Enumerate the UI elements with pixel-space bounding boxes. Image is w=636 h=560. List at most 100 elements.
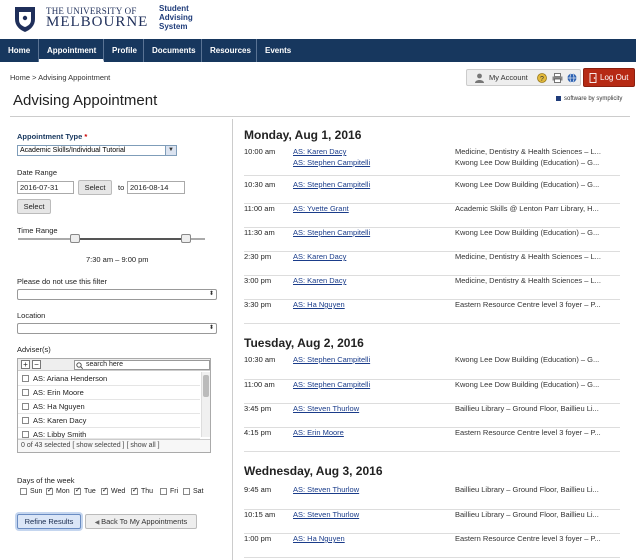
adviser-link[interactable]: AS: Yvette Grant [293,204,349,213]
appointment-row: 3:30 pm AS: Ha Nguyen Eastern Resource Cen… [244,300,620,324]
adviser-option[interactable]: AS: Erin Moore [18,386,200,400]
adviser-search-input[interactable]: search here [74,360,210,370]
appointment-location: Eastern Resource Centre level 3 foyer – … [455,428,601,437]
day-wed[interactable]: Wed [101,486,125,497]
appointment-type-select[interactable]: Academic Skills/Individual Tutorial ▼ [17,145,177,156]
checkbox[interactable] [183,488,190,495]
time-range-end-handle[interactable] [181,234,191,243]
scrollbar-thumb[interactable] [203,375,209,397]
print-icon[interactable] [552,73,563,83]
back-label: Back To My Appointments [101,517,188,526]
checkbox[interactable] [20,488,27,495]
expand-all-icon[interactable]: + [21,360,30,369]
adviser-option[interactable]: AS: Libby Smith [18,428,200,439]
system-name: Student Advising System [159,4,193,31]
nav-documents[interactable]: Documents [144,39,202,62]
adviser-link[interactable]: AS: Stephen Campitelli [293,355,370,364]
globe-icon[interactable] [567,73,577,83]
day-mon[interactable]: Mon [46,486,70,497]
nav-events[interactable]: Events [257,39,297,62]
checkbox[interactable] [22,431,29,438]
day-label: Thu [141,488,154,495]
appointment-location: Kwong Lee Dow Building (Education) – G..… [455,158,600,167]
appointment-time: 11:30 am [244,228,275,237]
nav-resources[interactable]: Resources [202,39,257,62]
breadcrumb[interactable]: Home > Advising Appointment [10,73,110,82]
collapse-all-icon[interactable]: − [32,360,41,369]
door-icon [589,73,597,83]
chevron-down-icon: ▼ [165,146,176,155]
my-account-link[interactable]: My Account [489,73,528,82]
checkbox-checked[interactable] [131,486,138,495]
appointment-location: Baillieu Library – Ground Floor, Baillie… [455,404,599,413]
appointment-row: 3:45 pm AS: Steven Thurlow Baillieu Librar… [244,404,620,428]
page-title: Advising Appointment [13,92,158,109]
date-from-select-button[interactable]: Select [78,180,112,195]
day-fri[interactable]: Fri [160,487,178,497]
appointment-row: 11:00 am AS: Stephen Campitelli Kwong Lee … [244,380,620,404]
time-range-start-handle[interactable] [70,234,80,243]
checkbox-checked[interactable] [101,486,108,495]
powered-by-text: software by symplicity [564,96,623,103]
adviser-link[interactable]: AS: Steven Thurlow [293,404,359,413]
back-to-appointments-button[interactable]: ◀ Back To My Appointments [85,514,197,529]
adviser-link[interactable]: AS: Ha Nguyen [293,300,345,309]
adviser-footer[interactable]: 0 of 43 selected [ show selected ] [ sho… [18,439,210,452]
adviser-option[interactable]: AS: Ha Nguyen [18,400,200,414]
checkbox[interactable] [22,417,29,424]
adviser-multiselect: + − search here AS: Ariana Henderson AS:… [17,358,211,453]
adviser-link[interactable]: AS: Ha Nguyen [293,534,345,543]
time-range-slider[interactable] [18,234,205,243]
checkbox-checked[interactable] [46,486,53,495]
refine-results-button[interactable]: Refine Results [17,514,81,529]
location-select[interactable]: ⬍ [17,323,217,334]
checkbox[interactable] [160,488,167,495]
adviser-link[interactable]: AS: Karen Dacy [293,276,346,285]
checkbox-checked[interactable] [74,486,81,495]
day-label: Sun [30,488,43,495]
date-to-input[interactable]: 2016-08-14 [127,181,185,194]
day-tue[interactable]: Tue [74,486,96,497]
appointment-location: Kwong Lee Dow Building (Education) – G..… [455,380,600,389]
adviser-link[interactable]: AS: Stephen Campitelli [293,380,370,389]
adviser-scrollbar[interactable] [201,372,210,437]
adviser-link[interactable]: AS: Stephen Campitelli [293,180,370,189]
appointment-location: Baillieu Library – Ground Floor, Baillie… [455,510,599,519]
unused-filter-select[interactable]: ⬍ [17,289,217,300]
adviser-link[interactable]: AS: Stephen Campitelli [293,158,370,167]
university-name-line2: MELBOURNE [46,14,149,30]
user-icon [475,73,484,83]
university-crest-icon [15,7,35,32]
adviser-option[interactable]: AS: Karen Dacy [18,414,200,428]
adviser-option[interactable]: AS: Ariana Henderson [18,372,200,386]
nav-profile[interactable]: Profile [104,39,144,62]
date-range-label: Date Range [17,168,58,177]
to-label: to [118,183,125,192]
checkbox[interactable] [22,375,29,382]
adviser-link[interactable]: AS: Karen Dacy [293,147,346,156]
appointment-time: 10:00 am [244,147,276,156]
day-thu[interactable]: Thu [131,486,154,497]
appointment-location: Kwong Lee Dow Building (Education) – G..… [455,180,600,189]
adviser-label: Adviser(s) [17,345,51,354]
checkbox[interactable] [22,403,29,410]
adviser-link[interactable]: AS: Steven Thurlow [293,510,359,519]
logout-button[interactable]: Log Out [583,68,635,87]
nav-home[interactable]: Home [0,39,39,62]
nav-appointment[interactable]: Appointment [39,39,104,62]
checkbox[interactable] [22,389,29,396]
my-account-bar: My Account ? [466,69,581,86]
day-sun[interactable]: Sun [20,487,42,497]
help-icon[interactable]: ? [537,73,547,83]
appointment-location: Kwong Lee Dow Building (Education) – G..… [455,228,600,237]
time-range-value: 7:30 am – 9:00 pm [86,255,149,264]
date-from-input[interactable]: 2016-07-31 [17,181,74,194]
chevron-updown-icon: ⬍ [208,325,214,331]
adviser-link[interactable]: AS: Steven Thurlow [293,485,359,494]
adviser-link[interactable]: AS: Stephen Campitelli [293,228,370,237]
day-sat[interactable]: Sat [183,487,204,497]
date-to-select-button[interactable]: Select [17,199,51,214]
adviser-link[interactable]: AS: Karen Dacy [293,252,346,261]
appointment-row: 1:00 pm AS: Ha Nguyen Eastern Resource Cen… [244,534,620,558]
adviser-link[interactable]: AS: Erin Moore [293,428,344,437]
